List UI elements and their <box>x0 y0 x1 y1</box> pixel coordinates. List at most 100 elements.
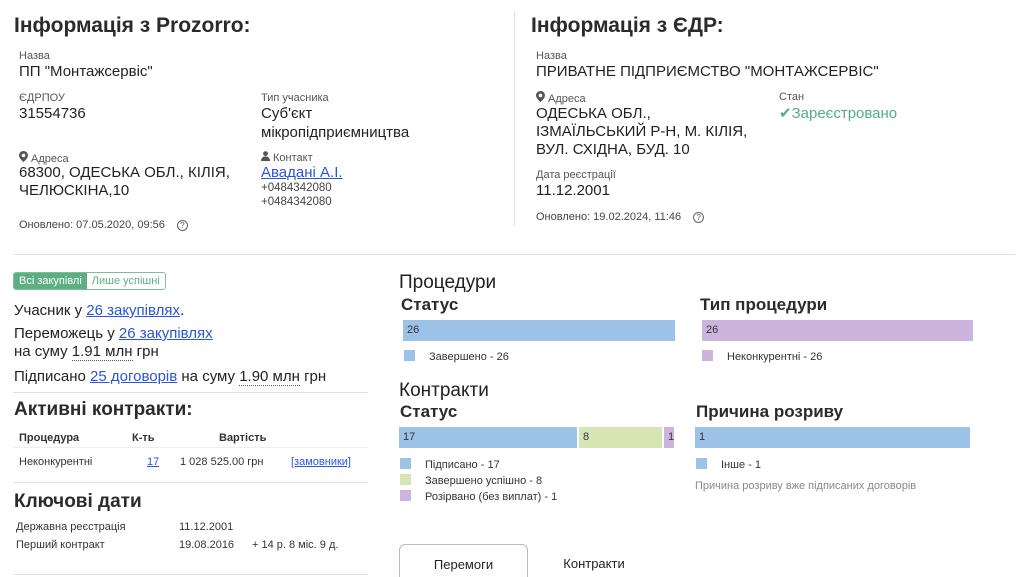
legend-label: Розірвано (без виплат) - 1 <box>425 491 558 503</box>
participant-line: Учасник у 26 закупівлях. <box>14 302 184 319</box>
prozorro-edrpou-label: ЄДРПОУ <box>19 92 65 104</box>
procurement-filter-toggle: Всі закупівлі Лише успішні <box>13 272 166 290</box>
edr-address-line3: ВУЛ. СХІДНА, БУД. 10 <box>536 141 690 158</box>
signed-currency: грн <box>299 368 327 385</box>
winner-link[interactable]: 26 закупівлях <box>119 325 213 342</box>
help-icon[interactable]: ? <box>176 220 188 231</box>
active-contracts-title: Активні контракти: <box>14 399 193 420</box>
prozorro-address-line1: 68300, ОДЕСЬКА ОБЛ., КІЛІЯ, <box>19 164 230 181</box>
prozorro-edrpou: 31554736 <box>19 105 86 122</box>
signed-mid: на суму <box>177 368 240 385</box>
procedures-title: Процедури <box>399 272 497 293</box>
prozorro-type-label: Тип учасника <box>261 92 329 104</box>
left-divider-3 <box>13 574 368 575</box>
procedures-type-title: Тип процедури <box>700 295 828 314</box>
legend-label: Підписано - 17 <box>425 459 500 471</box>
legend-item: Завершено успішно - 8 <box>400 474 542 487</box>
prozorro-type-line1: Суб'єкт <box>261 105 313 122</box>
prozorro-type-line2: мікропідприємництва <box>261 124 410 141</box>
edr-reg-label: Дата реєстрації <box>536 169 616 181</box>
key-first-label: Перший контракт <box>16 539 105 551</box>
edr-state: Зареєстровано <box>791 105 898 122</box>
key-first-since: + 14 р. 8 міс. 9 д. <box>252 539 339 551</box>
prozorro-updated: Оновлено: 07.05.2020, 09:56 <box>19 219 165 231</box>
customers-link[interactable]: [замовники] <box>291 456 351 468</box>
contact-name-link[interactable]: Авадані А.І. <box>261 163 343 183</box>
edr-updated-row: Оновлено: 19.02.2024, 11:46? <box>536 211 705 223</box>
winner-line: Переможець у 26 закупівлях <box>14 325 213 342</box>
contracts-title: Контракти <box>399 380 489 401</box>
active-header-value: Вартість <box>219 432 267 444</box>
filter-all-button[interactable]: Всі закупівлі <box>14 273 87 289</box>
phone-1: +0484342080 <box>261 182 332 194</box>
left-divider-1 <box>13 392 368 393</box>
key-reg-value: 11.12.2001 <box>179 521 234 533</box>
active-row-count-link[interactable]: 17 <box>147 456 159 468</box>
edr-title: Інформація з ЄДР: <box>531 14 724 37</box>
edr-updated: Оновлено: 19.02.2024, 11:46 <box>536 211 682 223</box>
prozorro-address-line2: ЧЕЛЮСКІНА,10 <box>19 182 130 199</box>
legend-label: Завершено - 26 <box>429 351 509 363</box>
contracts-reason-bar: 1 <box>695 427 970 448</box>
legend-label: Завершено успішно - 8 <box>425 475 543 487</box>
legend-item: Завершено - 26 <box>404 350 509 363</box>
winner-sum-line: на суму 1.91 млн грн <box>14 343 159 361</box>
edr-state-label: Стан <box>779 91 805 103</box>
edr-name-label: Назва <box>536 50 567 62</box>
bar-segment[interactable]: 17 <box>399 427 577 448</box>
legend-swatch <box>404 350 415 361</box>
legend-item: Розірвано (без виплат) - 1 <box>400 490 557 503</box>
legend-swatch <box>400 490 411 501</box>
signed-prefix: Підписано <box>14 368 91 385</box>
edr-name: ПРИВАТНЕ ПІДПРИЄМСТВО "МОНТАЖСЕРВІС" <box>536 63 879 80</box>
edr-address-line2: ІЗМАЇЛЬСЬКИЙ Р-Н, М. КІЛІЯ, <box>536 123 748 140</box>
key-first-value: 19.08.2016 <box>179 539 235 551</box>
bar-segment[interactable]: 1 <box>664 427 674 448</box>
edr-address-label-row: Адреса <box>536 91 586 105</box>
procedures-status-bar: 26 <box>403 320 675 341</box>
bar-segment[interactable]: 1 <box>695 427 970 448</box>
vertical-divider <box>514 12 515 226</box>
signed-sum: 1.90 млн <box>239 368 300 386</box>
section-divider <box>13 254 1015 255</box>
key-dates-title: Ключові дати <box>14 491 142 512</box>
tab-contracts[interactable]: Контракти <box>528 544 660 577</box>
contracts-reason-title: Причина розриву <box>696 402 844 421</box>
active-header-procedure: Процедура <box>19 432 80 444</box>
procedures-status-title: Статус <box>401 295 459 314</box>
bar-segment[interactable]: 26 <box>403 320 675 341</box>
edr-address-line1: ОДЕСЬКА ОБЛ., <box>536 105 651 122</box>
table-header-divider <box>13 447 368 448</box>
legend-swatch <box>696 458 707 469</box>
winner-sum-prefix: на суму <box>14 343 72 360</box>
legend-label: Неконкурентні - 26 <box>727 351 823 363</box>
signed-link[interactable]: 25 договорів <box>90 368 177 385</box>
winner-prefix: Переможець у <box>14 325 119 342</box>
prozorro-title: Інформація з Prozorro: <box>14 14 251 37</box>
winner-sum: 1.91 млн <box>71 343 133 361</box>
contracts-status-title: Статус <box>400 402 458 421</box>
active-header-count: К-ть <box>132 432 155 444</box>
filter-success-button[interactable]: Лише успішні <box>86 273 165 289</box>
legend-swatch <box>702 350 713 361</box>
location-pin-icon <box>536 91 548 105</box>
procedures-type-bar: 26 <box>702 320 973 341</box>
help-icon[interactable]: ? <box>693 212 705 223</box>
key-reg-label: Державна реєстрація <box>16 521 126 533</box>
active-row-procedure: Неконкурентні <box>19 456 93 468</box>
participant-link[interactable]: 26 закупівлях <box>86 302 180 319</box>
signed-line: Підписано 25 договорів на суму 1.90 млн … <box>14 368 327 386</box>
prozorro-updated-row: Оновлено: 07.05.2020, 09:56? <box>19 219 188 231</box>
legend-label: Інше - 1 <box>721 459 761 471</box>
tab-wins[interactable]: Перемоги <box>399 544 528 577</box>
bar-segment[interactable]: 26 <box>702 320 973 341</box>
legend-item: Неконкурентні - 26 <box>702 350 822 363</box>
edr-reg-date: 11.12.2001 <box>536 182 610 199</box>
bar-segment[interactable]: 8 <box>579 427 662 448</box>
participant-prefix: Учасник у <box>14 302 87 319</box>
active-row-value: 1 028 525.00 грн <box>180 456 264 468</box>
check-icon: ✔ <box>779 105 792 122</box>
prozorro-name-label: Назва <box>19 50 50 62</box>
left-divider-2 <box>13 482 368 483</box>
contracts-status-bar: 17 8 1 <box>399 427 674 448</box>
